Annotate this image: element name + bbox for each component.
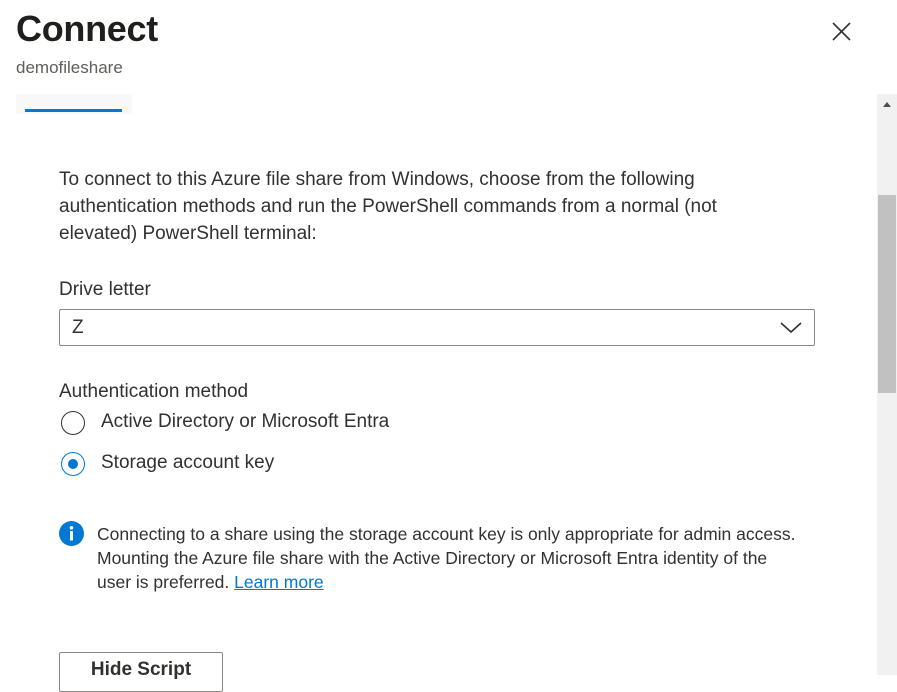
close-icon [832,22,851,41]
radio-storage-account-key[interactable]: Storage account key [59,450,319,482]
learn-more-link[interactable]: Learn more [234,572,324,592]
info-message: Connecting to a share using the storage … [97,522,797,594]
radio-dot [68,459,78,469]
triangle-up-icon [883,102,891,107]
drive-letter-value: Z [72,317,84,338]
info-icon [59,521,84,546]
hide-script-button[interactable]: Hide Script [59,652,223,692]
scroll-up-button[interactable] [877,94,897,114]
info-text: Connecting to a share using the storage … [97,524,796,592]
tab-active-indicator [25,109,122,112]
auth-method-label: Authentication method [59,381,249,402]
chevron-down-icon [780,322,802,334]
scrollbar-thumb[interactable] [878,195,896,393]
intro-text: To connect to this Azure file share from… [59,169,717,244]
radio-label: Storage account key [101,452,275,473]
page-title: Connect [16,8,158,49]
close-button[interactable] [826,16,858,48]
radio-circle[interactable] [61,411,85,435]
radio-circle-checked[interactable] [61,452,85,476]
drive-letter-label: Drive letter [59,279,151,300]
radio-active-directory[interactable]: Active Directory or Microsoft Entra [59,409,439,441]
page-subtitle: demofileshare [16,58,123,77]
drive-letter-select[interactable]: Z [59,309,815,346]
radio-label: Active Directory or Microsoft Entra [101,411,390,432]
